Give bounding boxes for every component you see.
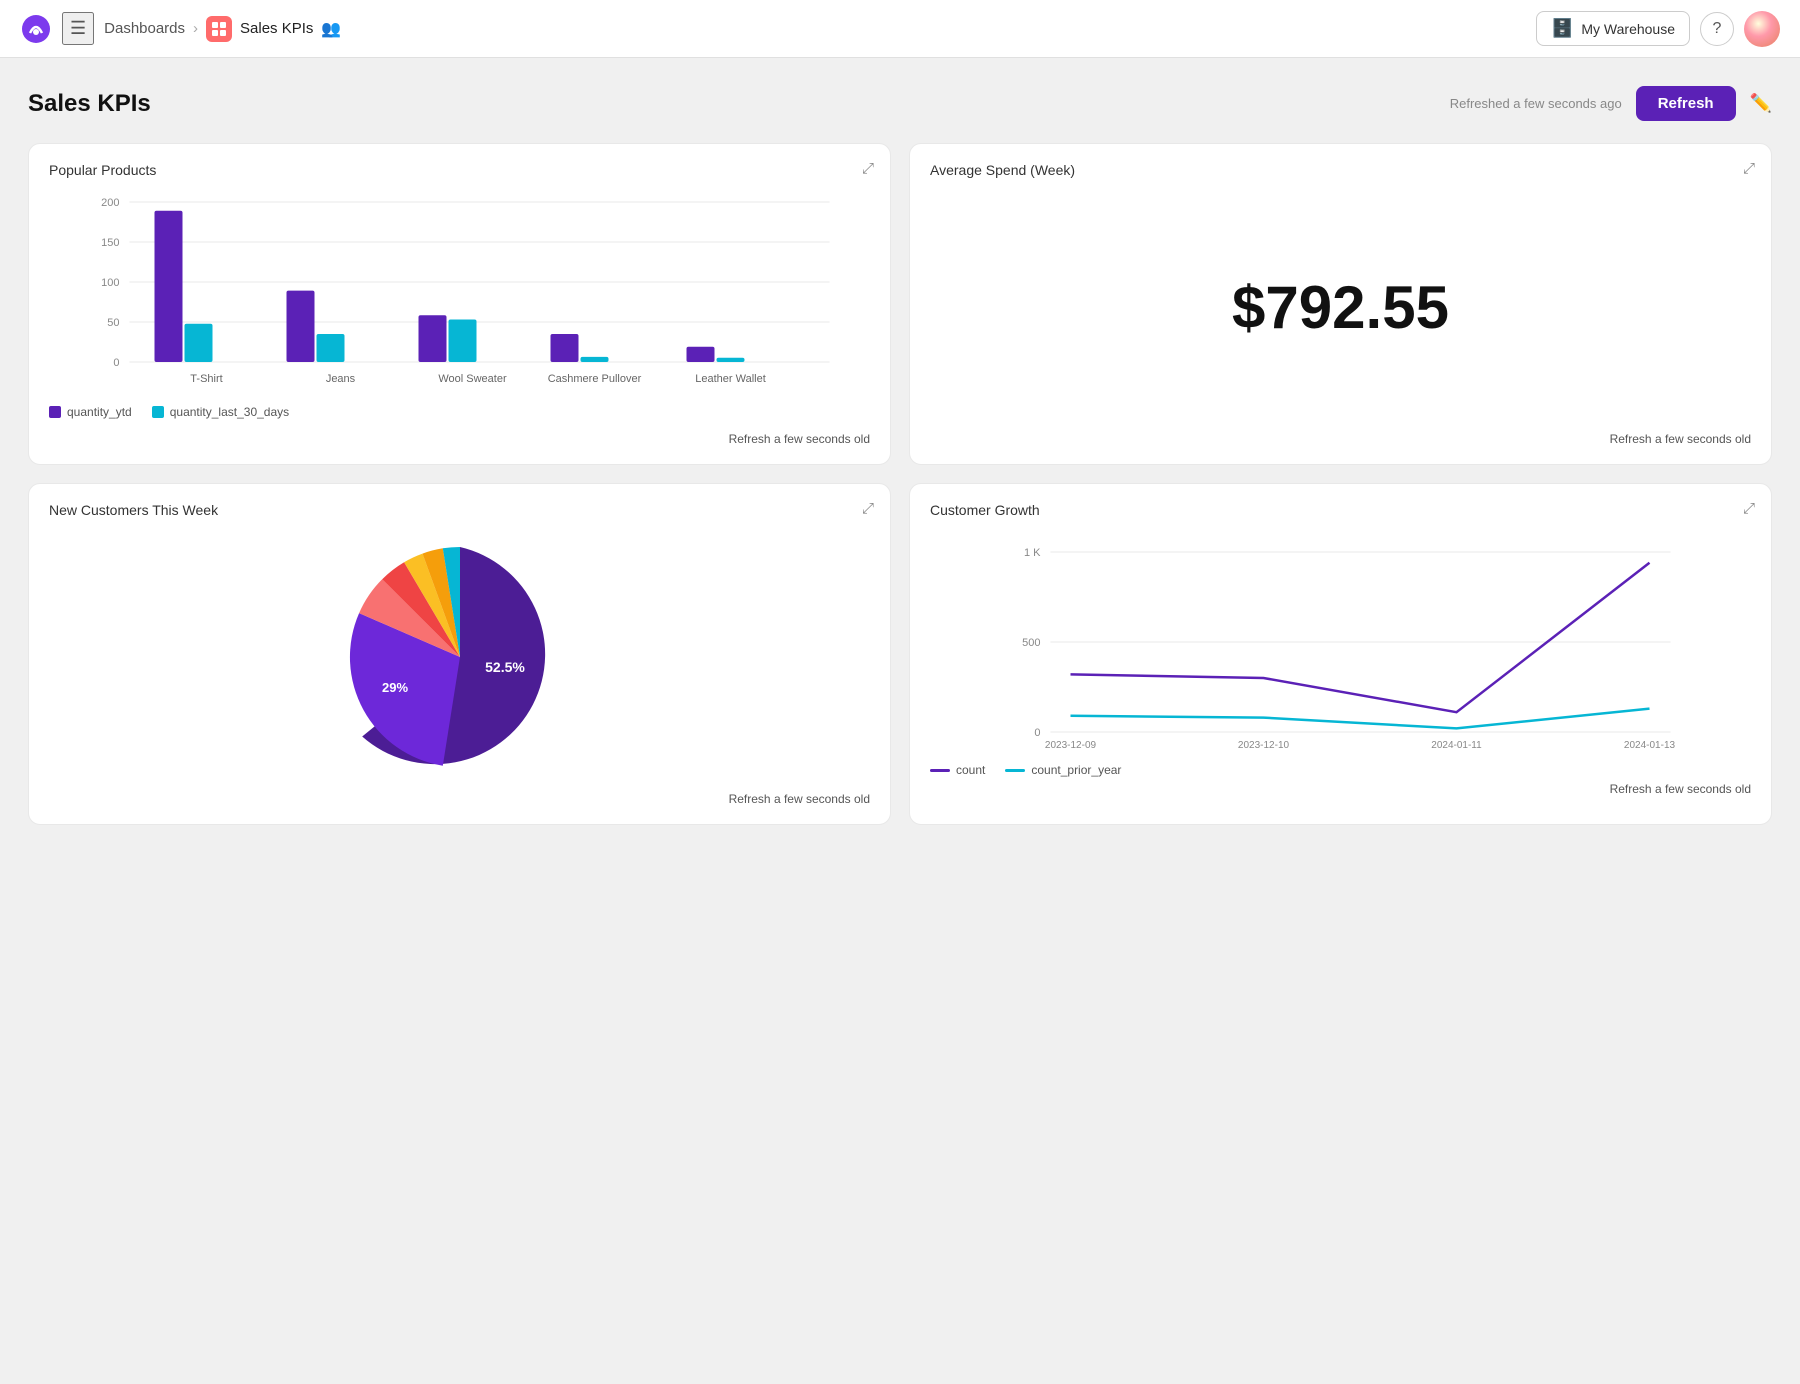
legend-prior-year-label: count_prior_year xyxy=(1031,763,1121,777)
breadcrumb: Dashboards › Sales KPIs 👥 xyxy=(104,16,341,42)
svg-text:500: 500 xyxy=(1022,637,1040,649)
users-icon: 👥 xyxy=(321,19,341,39)
legend-last30-dot xyxy=(152,406,164,418)
popular-products-refresh: Refresh a few seconds old xyxy=(49,432,870,446)
dashboard-icon xyxy=(206,16,232,42)
customer-growth-title: Customer Growth xyxy=(930,502,1751,518)
new-customers-refresh-age: a few seconds old xyxy=(774,792,870,806)
customer-growth-refresh-label[interactable]: Refresh xyxy=(1610,782,1652,796)
new-customers-refresh-label[interactable]: Refresh xyxy=(729,792,771,806)
popular-products-title: Popular Products xyxy=(49,162,870,178)
refresh-button[interactable]: Refresh xyxy=(1636,86,1736,121)
svg-text:2023-12-10: 2023-12-10 xyxy=(1238,740,1290,751)
svg-text:Leather Wallet: Leather Wallet xyxy=(695,373,766,385)
legend-ytd-label: quantity_ytd xyxy=(67,405,132,419)
avg-spend-card: Average Spend (Week) ⤢ $792.55 Refresh a… xyxy=(909,143,1772,465)
avatar-image xyxy=(1744,11,1780,47)
avg-spend-expand[interactable]: ⤢ xyxy=(1743,160,1755,177)
new-customers-title: New Customers This Week xyxy=(49,502,870,518)
svg-text:150: 150 xyxy=(101,237,119,249)
new-customers-expand[interactable]: ⤢ xyxy=(862,500,874,517)
warehouse-icon: 🗄️ xyxy=(1551,18,1573,39)
breadcrumb-current: Sales KPIs xyxy=(240,20,313,37)
svg-text:2024-01-11: 2024-01-11 xyxy=(1431,740,1482,751)
warehouse-button[interactable]: 🗄️ My Warehouse xyxy=(1536,11,1690,46)
avatar[interactable] xyxy=(1744,11,1780,47)
bar-chart-legend: quantity_ytd quantity_last_30_days xyxy=(49,405,870,419)
customer-growth-refresh-age: a few seconds old xyxy=(1655,782,1751,796)
main-content: Sales KPIs Refreshed a few seconds ago R… xyxy=(0,58,1800,853)
svg-text:0: 0 xyxy=(1034,727,1040,739)
svg-text:T-Shirt: T-Shirt xyxy=(190,373,222,385)
svg-text:200: 200 xyxy=(101,197,119,209)
svg-text:50: 50 xyxy=(107,317,119,329)
line-chart-legend: count count_prior_year xyxy=(930,763,1751,777)
customer-growth-refresh: Refresh a few seconds old xyxy=(930,782,1751,796)
page-header: Sales KPIs Refreshed a few seconds ago R… xyxy=(28,86,1772,121)
pie-chart-container: 52.5% 29% xyxy=(49,532,870,782)
customer-growth-expand[interactable]: ⤢ xyxy=(1743,500,1755,517)
svg-text:1 K: 1 K xyxy=(1024,547,1041,559)
avg-spend-refresh-age: a few seconds old xyxy=(1655,432,1751,446)
legend-prior-year-line xyxy=(1005,769,1025,772)
popular-products-expand[interactable]: ⤢ xyxy=(862,160,874,177)
breadcrumb-arrow: › xyxy=(193,20,198,37)
avg-spend-title: Average Spend (Week) xyxy=(930,162,1751,178)
popular-products-refresh-age: a few seconds old xyxy=(774,432,870,446)
topbar: ☰ Dashboards › Sales KPIs 👥 🗄️ My Wareho… xyxy=(0,0,1800,58)
avg-spend-refresh-label[interactable]: Refresh xyxy=(1610,432,1652,446)
legend-ytd-dot xyxy=(49,406,61,418)
popular-products-card: Popular Products ⤢ 200 150 100 50 0 xyxy=(28,143,891,465)
legend-count-line xyxy=(930,769,950,772)
new-customers-card: New Customers This Week ⤢ 52.5% xyxy=(28,483,891,825)
page-title: Sales KPIs xyxy=(28,90,151,118)
logo[interactable] xyxy=(20,13,52,45)
dashboard-grid: Popular Products ⤢ 200 150 100 50 0 xyxy=(28,143,1772,825)
popular-products-refresh-label[interactable]: Refresh xyxy=(729,432,771,446)
svg-text:Cashmere Pullover: Cashmere Pullover xyxy=(548,373,642,385)
help-button[interactable]: ? xyxy=(1700,12,1734,46)
svg-text:0: 0 xyxy=(113,357,119,369)
menu-icon[interactable]: ☰ xyxy=(62,12,94,45)
page-header-right: Refreshed a few seconds ago Refresh ✏️ xyxy=(1450,86,1772,121)
line-chart-svg: 1 K 500 0 2023-12-09 2023-12-10 2024-01-… xyxy=(930,532,1751,752)
svg-text:2023-12-09: 2023-12-09 xyxy=(1045,740,1097,751)
popular-products-chart: 200 150 100 50 0 T-Shirt Jeans xyxy=(49,192,870,422)
pie-chart-svg: 52.5% 29% xyxy=(310,517,610,797)
bar-chart-svg: 200 150 100 50 0 T-Shirt Jeans xyxy=(49,192,870,392)
avg-spend-value: $792.55 xyxy=(930,192,1751,422)
svg-text:Jeans: Jeans xyxy=(326,373,356,385)
avg-spend-refresh: Refresh a few seconds old xyxy=(930,432,1751,446)
line-chart-container: 1 K 500 0 2023-12-09 2023-12-10 2024-01-… xyxy=(930,532,1751,772)
svg-text:52.5%: 52.5% xyxy=(485,659,525,675)
legend-last30-label: quantity_last_30_days xyxy=(170,405,289,419)
legend-prior-year: count_prior_year xyxy=(1005,763,1121,777)
refresh-status: Refreshed a few seconds ago xyxy=(1450,96,1622,111)
edit-button[interactable]: ✏️ xyxy=(1750,93,1772,114)
customer-growth-card: Customer Growth ⤢ 1 K 500 0 2023-12-09 2… xyxy=(909,483,1772,825)
warehouse-label: My Warehouse xyxy=(1581,21,1675,37)
legend-ytd: quantity_ytd xyxy=(49,405,132,419)
legend-count: count xyxy=(930,763,985,777)
breadcrumb-dashboards[interactable]: Dashboards xyxy=(104,20,185,37)
svg-text:100: 100 xyxy=(101,277,119,289)
svg-text:Wool Sweater: Wool Sweater xyxy=(438,373,507,385)
svg-text:2024-01-13: 2024-01-13 xyxy=(1624,740,1676,751)
legend-last30: quantity_last_30_days xyxy=(152,405,289,419)
svg-text:29%: 29% xyxy=(381,680,407,695)
legend-count-label: count xyxy=(956,763,985,777)
